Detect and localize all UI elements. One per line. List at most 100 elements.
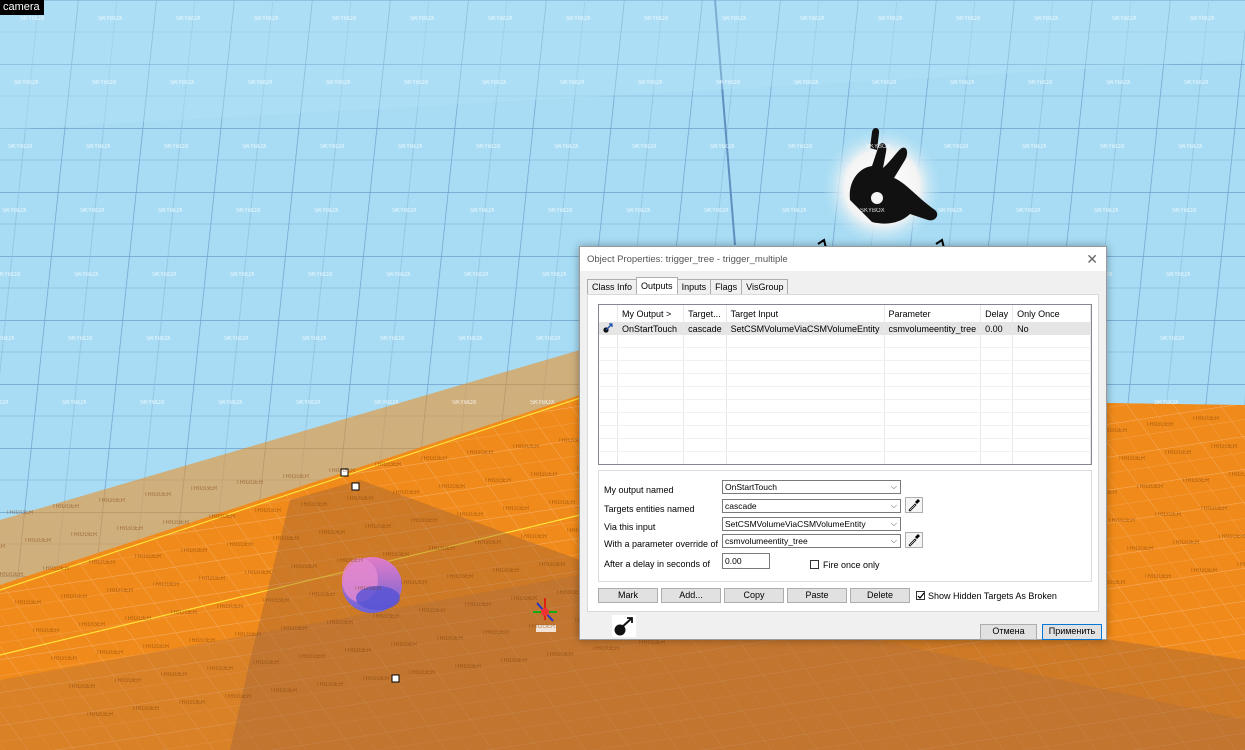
sky-texture-label: SKYBOX <box>302 336 327 342</box>
sky-texture-label: SKYBOX <box>0 336 15 342</box>
tab-visgroup[interactable]: VisGroup <box>741 279 789 294</box>
floor-texture-label: TRIGGER <box>70 532 98 538</box>
list-item <box>599 335 1091 348</box>
mark-button[interactable]: Mark <box>598 588 658 603</box>
floor-texture-label: TRIGGER <box>1236 562 1245 568</box>
paste-button[interactable]: Paste <box>787 588 847 603</box>
floor-texture-label: TRIGGER <box>1218 534 1245 540</box>
sky-texture-label: SKYBOX <box>320 144 345 150</box>
floor-texture-label: TRIGGER <box>1164 450 1192 456</box>
floor-texture-label: TRIGGER <box>98 498 126 504</box>
column-header-only-once[interactable]: Only Once <box>1012 305 1091 323</box>
sky-texture-label: SKYBOX <box>560 80 585 86</box>
sky-texture-label: SKYBOX <box>1016 208 1041 214</box>
delay-input[interactable]: 0.00 <box>722 553 770 569</box>
floor-texture-label: TRIGGER <box>180 548 208 554</box>
sky-texture-label: SKYBOX <box>386 272 411 278</box>
sky-texture-label: SKYBOX <box>176 16 201 22</box>
sky-texture-label: SKYBOX <box>62 400 87 406</box>
floor-texture-label: TRIGGER <box>372 614 400 620</box>
column-header-delay[interactable]: Delay <box>980 305 1014 323</box>
apply-button[interactable]: Применить <box>1042 624 1102 640</box>
floor-texture-label: TRIGGER <box>328 468 356 474</box>
eyedropper-icon <box>908 499 920 512</box>
floor-texture-label: TRIGGER <box>198 576 226 582</box>
floor-texture-label: TRIGGER <box>152 582 180 588</box>
eyedropper-icon <box>908 534 920 547</box>
parameter-combo[interactable]: csmvolumeentity_tree ⌵ <box>722 534 901 548</box>
sky-texture-label: SKYBOX <box>158 208 183 214</box>
floor-texture-label: TRIGGER <box>106 588 134 594</box>
column-header-target-input[interactable]: Target Input <box>726 305 885 323</box>
floor-texture-label: TRIGGER <box>592 646 620 652</box>
delete-button[interactable]: Delete <box>850 588 910 603</box>
tab-class-info[interactable]: Class Info <box>587 279 638 294</box>
floor-texture-label: TRIGGER <box>262 598 290 604</box>
input-combo[interactable]: SetCSMVolumeViaCSMVolumeEntity ⌵ <box>722 517 901 531</box>
tab-flags[interactable]: Flags <box>710 279 743 294</box>
sky-texture-label: SKYBOX <box>146 336 171 342</box>
close-icon[interactable]: ✕ <box>1086 251 1098 268</box>
tab-inputs[interactable]: Inputs <box>676 279 712 294</box>
dialog-title: Object Properties: trigger_tree - trigge… <box>587 254 788 265</box>
title-bar[interactable]: Object Properties: trigger_tree - trigge… <box>580 247 1106 271</box>
floor-texture-label: TRIGGER <box>50 656 78 662</box>
floor-texture-label: TRIGGER <box>254 508 282 514</box>
checkmark-icon <box>917 592 925 599</box>
floor-texture-label: TRIGGER <box>68 684 96 690</box>
tab-outputs[interactable]: Outputs <box>636 277 678 294</box>
fire-once-checkbox[interactable] <box>810 560 819 569</box>
floor-texture-label: TRIGGER <box>1118 456 1146 462</box>
cell-parameter: csmvolumeentity_tree <box>884 322 982 335</box>
column-header-my-output[interactable]: My Output > <box>617 305 685 323</box>
table-row[interactable]: OnStartTouch cascade SetCSMVolumeViaCSMV… <box>599 322 1091 335</box>
sky-texture-label: SKYBOX <box>878 16 903 22</box>
add-button[interactable]: Add... <box>661 588 721 603</box>
sky-texture-label: SKYBOX <box>464 272 489 278</box>
floor-texture-label: TRIGGER <box>408 670 436 676</box>
floor-texture-label: TRIGGER <box>1210 444 1238 450</box>
floor-texture-label: TRIGGER <box>96 650 124 656</box>
floor-texture-label: TRIGGER <box>252 660 280 666</box>
output-combo[interactable]: OnStartTouch ⌵ <box>722 480 901 494</box>
output-connection-large-icon <box>612 615 636 637</box>
cancel-button[interactable]: Отмена <box>980 624 1037 640</box>
target-combo[interactable]: cascade ⌵ <box>722 499 901 513</box>
pick-parameter-button[interactable] <box>905 532 923 548</box>
sky-texture-label: SKYBOX <box>950 80 975 86</box>
floor-texture-label: TRIGGER <box>336 558 364 564</box>
copy-button[interactable]: Copy <box>724 588 784 603</box>
sky-texture-label: SKYBOX <box>482 80 507 86</box>
sky-texture-label: SKYBOX <box>2 208 27 214</box>
sky-texture-label: SKYBOX <box>98 16 123 22</box>
pick-target-button[interactable] <box>905 497 923 513</box>
sky-texture-label: SKYBOX <box>704 208 729 214</box>
floor-texture-label: TRIGGER <box>52 504 80 510</box>
sky-texture-label: SKYBOX <box>638 80 663 86</box>
chevron-down-icon: ⌵ <box>890 536 897 545</box>
sky-texture-label: SKYBOX <box>956 16 981 22</box>
outputs-list[interactable]: My Output > Target... Target Input Param… <box>598 304 1092 465</box>
show-hidden-checkbox[interactable] <box>916 591 925 600</box>
list-item <box>599 438 1091 452</box>
sky-texture-label: SKYBOX <box>1172 208 1197 214</box>
sky-texture-label: SKYBOX <box>242 144 267 150</box>
floor-texture-label: TRIGGER <box>316 682 344 688</box>
input-combo-value: SetCSMVolumeViaCSMVolumeEntity <box>725 519 866 529</box>
floor-texture-label: TRIGGER <box>492 568 520 574</box>
column-header-parameter[interactable]: Parameter <box>884 305 982 323</box>
sky-texture-label: SKYBOX <box>452 400 477 406</box>
sky-texture-label: SKYBOX <box>470 208 495 214</box>
floor-texture-label: TRIGGER <box>374 462 402 468</box>
sky-texture-label: SKYBOX <box>68 336 93 342</box>
floor-texture-label: TRIGGER <box>88 560 116 566</box>
floor-texture-label: TRIGGER <box>116 526 144 532</box>
sky-texture-label: SKYBOX <box>224 336 249 342</box>
column-header-target[interactable]: Target... <box>683 305 727 323</box>
floor-texture-label: TRIGGER <box>418 608 446 614</box>
cell-input: SetCSMVolumeViaCSMVolumeEntity <box>726 322 885 335</box>
floor-texture-label: TRIGGER <box>1192 416 1220 422</box>
sky-texture-label: SKYBOX <box>536 336 561 342</box>
sky-texture-label: SKYBOX <box>164 144 189 150</box>
floor-texture-label: TRIGGER <box>1190 568 1218 574</box>
